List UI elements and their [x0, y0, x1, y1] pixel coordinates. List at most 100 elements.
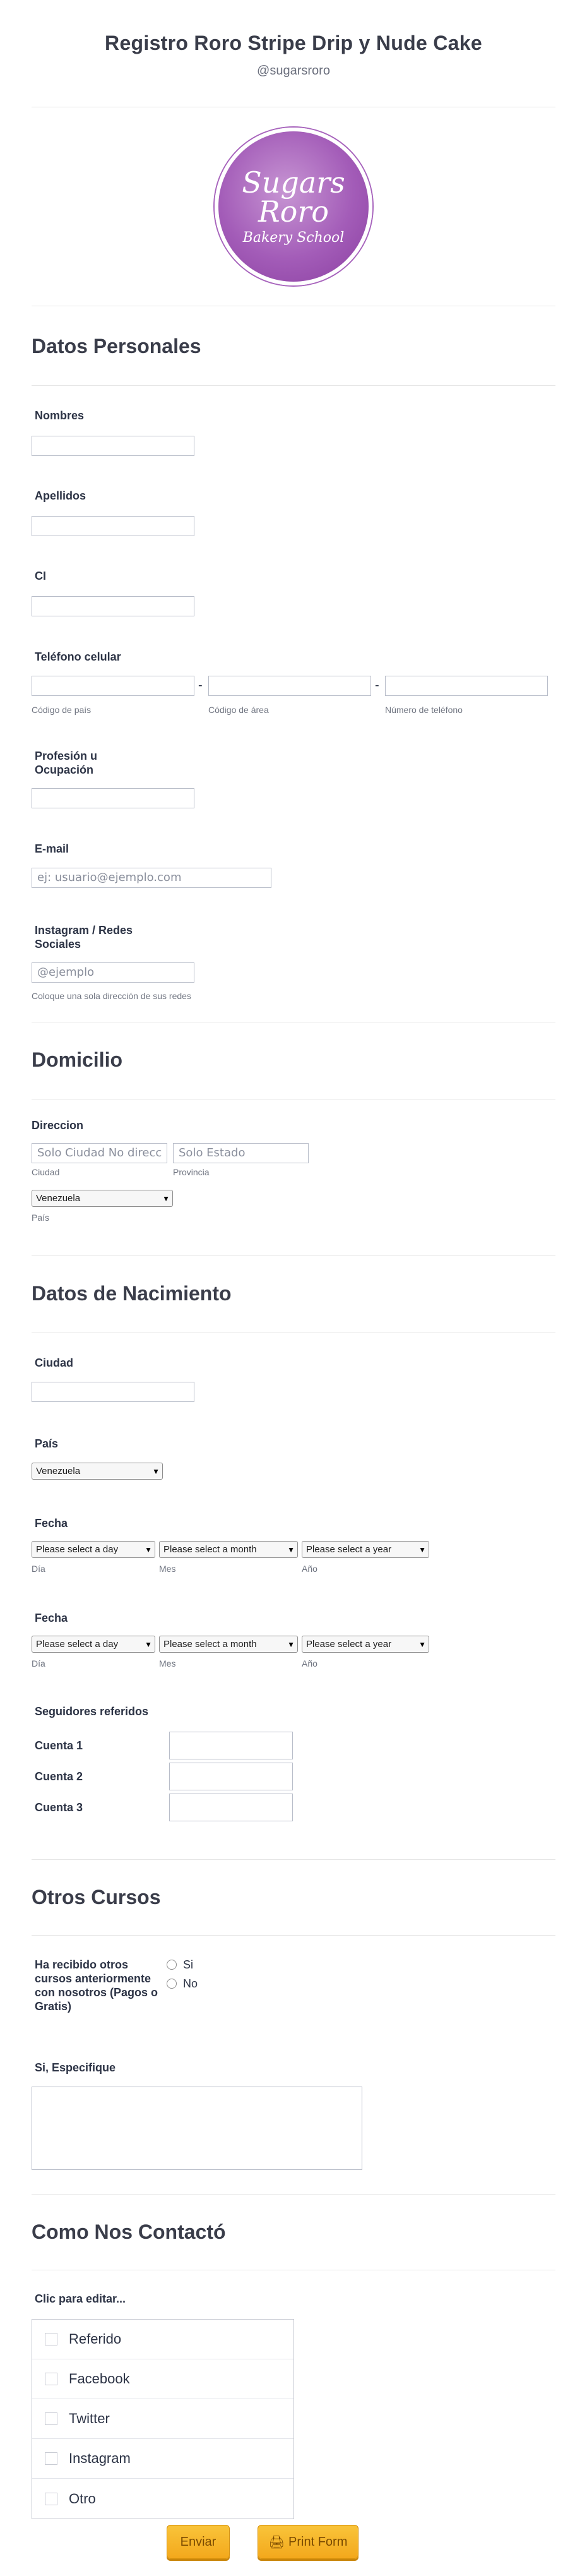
checkbox-otro[interactable]: Otro — [32, 2479, 294, 2519]
label-cuenta-2: Cuenta 2 — [35, 1770, 83, 1783]
sublabel-mes: Mes — [159, 1658, 176, 1668]
label-profesion: Profesión u Ocupación — [35, 750, 98, 776]
contacto-checkbox-list: Referido Facebook Twitter Instagram Otro — [32, 2319, 294, 2519]
label-ci: CI — [35, 570, 46, 582]
checkbox-facebook[interactable]: Facebook — [32, 2359, 294, 2399]
logo-area: Sugars Roro Bakery School — [32, 107, 555, 306]
pais-select[interactable]: Venezuela ▼ — [32, 1190, 173, 1207]
logo-line-1: Sugars — [242, 165, 345, 200]
estado-input[interactable]: Solo Estado — [173, 1143, 309, 1163]
sublabel-dia: Día — [32, 1564, 45, 1574]
chevron-down-icon: ▼ — [145, 1545, 152, 1554]
year-placeholder: Please select a year — [306, 1639, 392, 1650]
brand-logo: Sugars Roro Bakery School — [215, 128, 372, 285]
checkbox-icon — [45, 2492, 57, 2505]
cuenta-3-input[interactable] — [169, 1794, 293, 1821]
checkbox-twitter[interactable]: Twitter — [32, 2399, 294, 2439]
day-placeholder: Please select a day — [36, 1544, 119, 1555]
checkbox-label: Otro — [69, 2490, 96, 2507]
phone-separator: - — [375, 678, 379, 692]
fecha2-month-select[interactable]: Please select a month ▼ — [159, 1636, 298, 1653]
label-telefono: Teléfono celular — [35, 650, 121, 663]
chevron-down-icon: ▼ — [145, 1639, 152, 1649]
label-nac-pais: País — [35, 1437, 59, 1450]
section-title-contacto: Como Nos Contactó — [32, 2220, 226, 2243]
divider — [32, 1255, 555, 1256]
label-contacto: Clic para editar... — [35, 2292, 126, 2305]
chevron-down-icon: ▼ — [287, 1639, 295, 1649]
sublabel-country-code: Código de país — [32, 705, 92, 715]
checkbox-instagram[interactable]: Instagram — [32, 2439, 294, 2479]
cuenta-1-input[interactable] — [169, 1732, 293, 1759]
section-title-otros: Otros Cursos — [32, 1886, 161, 1908]
ci-input[interactable] — [32, 596, 194, 616]
day-placeholder: Please select a day — [36, 1639, 119, 1650]
nac-pais-select-value: Venezuela — [36, 1466, 81, 1477]
fecha1-month-select[interactable]: Please select a month ▼ — [159, 1541, 298, 1558]
radio-si[interactable]: Si — [167, 1955, 198, 1974]
chevron-down-icon: ▼ — [418, 1545, 426, 1554]
sublabel-ano: Año — [302, 1658, 317, 1668]
label-seguidores: Seguidores referidos — [35, 1705, 149, 1718]
nac-ciudad-input[interactable] — [32, 1382, 194, 1402]
chevron-down-icon: ▼ — [287, 1545, 295, 1554]
section-title-nacimiento: Datos de Nacimiento — [32, 1282, 232, 1305]
label-cuenta-3: Cuenta 3 — [35, 1801, 83, 1814]
apellidos-input[interactable] — [32, 516, 194, 536]
instagram-input[interactable]: @ejemplo — [32, 962, 194, 983]
section-title-domicilio: Domicilio — [32, 1048, 123, 1071]
radio-si-label: Si — [183, 1958, 194, 1971]
label-otros-question: Ha recibido otros cursos anteriormente c… — [35, 1958, 158, 2013]
print-label: Print Form — [288, 2534, 348, 2549]
ciudad-input[interactable]: Solo Ciudad No direcc — [32, 1143, 167, 1163]
especifique-textarea[interactable] — [32, 2087, 362, 2170]
submit-button[interactable]: Enviar — [167, 2525, 230, 2559]
label-fecha-2: Fecha — [35, 1612, 68, 1624]
label-instagram: Instagram / Redes Sociales — [35, 924, 133, 950]
fecha2-day-select[interactable]: Please select a day ▼ — [32, 1636, 155, 1653]
form-header: Registro Roro Stripe Drip y Nude Cake @s… — [32, 0, 555, 107]
print-form-button[interactable]: 🖨 Print Form — [258, 2525, 359, 2559]
radio-no[interactable]: No — [167, 1974, 198, 1993]
nombres-input[interactable] — [32, 436, 194, 456]
phone-country-code-input[interactable] — [32, 676, 194, 696]
month-placeholder: Please select a month — [163, 1544, 257, 1555]
label-fecha-1: Fecha — [35, 1517, 68, 1530]
label-especifique: Si, Especifique — [35, 2061, 116, 2074]
phone-number-input[interactable] — [385, 676, 548, 696]
phone-area-code-input[interactable] — [208, 676, 371, 696]
section-title-personal: Datos Personales — [32, 335, 201, 357]
label-nac-ciudad: Ciudad — [35, 1357, 73, 1369]
otros-radio-group: Si No — [167, 1955, 198, 1993]
sublabel-ciudad: Ciudad — [32, 1167, 60, 1177]
month-placeholder: Please select a month — [163, 1639, 257, 1650]
email-input[interactable]: ej: usuario@ejemplo.com — [32, 868, 271, 888]
sublabel-phone-number: Número de teléfono — [385, 705, 463, 715]
phone-separator: - — [198, 678, 203, 692]
cuenta-2-input[interactable] — [169, 1763, 293, 1790]
sublabel-ano: Año — [302, 1564, 317, 1574]
label-apellidos: Apellidos — [35, 489, 86, 502]
form-page: Registro Roro Stripe Drip y Nude Cake @s… — [0, 0, 587, 2519]
radio-button-icon — [167, 1960, 177, 1970]
form-subtitle: @sugarsroro — [257, 64, 330, 78]
submit-label: Enviar — [180, 2534, 216, 2549]
printer-icon: 🖨 — [268, 2535, 285, 2549]
checkbox-icon — [45, 2333, 57, 2345]
chevron-down-icon: ▼ — [418, 1639, 426, 1649]
fecha1-day-select[interactable]: Please select a day ▼ — [32, 1541, 155, 1558]
label-cuenta-1: Cuenta 1 — [35, 1739, 83, 1752]
radio-no-label: No — [183, 1977, 198, 1990]
sublabel-area-code: Código de área — [208, 705, 269, 715]
label-direccion: Direccion — [32, 1119, 84, 1132]
sublabel-mes: Mes — [159, 1564, 176, 1574]
fecha1-year-select[interactable]: Please select a year ▼ — [302, 1541, 429, 1558]
checkbox-referido[interactable]: Referido — [32, 2320, 294, 2359]
fecha2-year-select[interactable]: Please select a year ▼ — [302, 1636, 429, 1653]
checkbox-label: Twitter — [69, 2411, 110, 2426]
nac-pais-select[interactable]: Venezuela ▼ — [32, 1463, 163, 1480]
logo-line-3: Bakery School — [242, 229, 345, 246]
logo-line-2: Roro — [258, 194, 329, 229]
divider — [32, 2194, 555, 2195]
profesion-input[interactable] — [32, 788, 194, 808]
